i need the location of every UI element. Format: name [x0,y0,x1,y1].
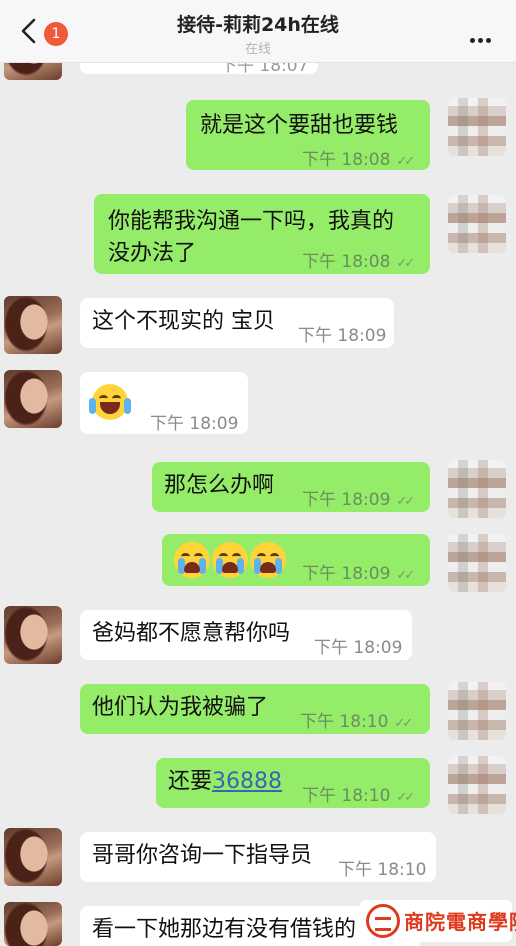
message-text: 还要36888 [168,769,283,794]
crying-emoji-icon [250,542,286,578]
chat-title: 接待-莉莉24h在线 [177,14,339,36]
message-text: 就是这个要甜也要钱 [200,113,399,138]
read-check-icon: ✓✓ [394,716,413,731]
message-bubble[interactable]: 下午 18:09 ✓✓ [162,534,430,586]
watermark-text: 商院電商學院 [404,910,516,934]
contact-avatar[interactable] [4,370,62,428]
message-bubble[interactable]: 哥哥你咨询一下指导员 下午 18:10 [80,832,436,882]
message-text: 这个不现实的 宝贝 [92,309,275,334]
message-bubble[interactable]: 那怎么办啊 下午 18:09 ✓✓ [152,462,430,512]
message-text: 看一下她那边有没有借钱的 [92,917,357,942]
message-bubble[interactable]: 就是这个要甜也要钱 下午 18:08 ✓✓ [186,100,430,170]
message-bubble[interactable]: 爸妈都不愿意帮你吗 下午 18:09 [80,610,412,660]
message-bubble[interactable]: 你能帮我沟通一下吗，我真的没办法了 下午 18:08 ✓✓ [94,194,430,274]
number-link[interactable]: 36888 [212,769,282,794]
online-status: 在线 [244,42,271,57]
contact-avatar[interactable] [4,828,62,886]
message-text: 爸妈都不愿意帮你吗 [92,621,291,646]
message-time: 下午 18:08 ✓✓ [302,150,415,170]
message-time: 下午 18:09 ✓✓ [302,564,415,584]
message-bubble[interactable]: 这个不现实的 宝贝 下午 18:09 [80,298,394,348]
message-text: 他们认为我被骗了 [92,695,269,720]
message-bubble[interactable]: 下午 18:09 [80,372,248,434]
my-avatar[interactable] [448,756,506,814]
crying-emoji-icon [212,542,248,578]
message-time: 下午 18:09 [314,638,403,658]
contact-avatar[interactable] [4,296,62,354]
crying-emoji-icon [174,542,210,578]
laughing-crying-emoji-icon [89,384,131,420]
message-time: 下午 18:08 ✓✓ [302,252,415,272]
message-time: 下午 18:10 [338,860,427,880]
read-check-icon: ✓✓ [396,494,415,509]
read-check-icon: ✓✓ [396,568,415,583]
my-avatar[interactable] [448,534,506,592]
read-check-icon: ✓✓ [396,256,415,271]
my-avatar[interactable] [448,98,506,156]
message-text: 那怎么办啊 [164,473,275,498]
message-time: 下午 18:10 ✓✓ [300,712,413,732]
contact-avatar[interactable] [4,902,62,946]
message-bubble[interactable]: 还要36888 下午 18:10 ✓✓ [156,758,430,808]
logo-icon [366,904,400,938]
message-time: 下午 18:09 [150,414,239,434]
message-time: 下午 18:09 [298,326,387,346]
message-time: 下午 18:09 ✓✓ [302,490,415,510]
my-avatar[interactable] [448,682,506,740]
chat-area[interactable]: 下午 18:07 就是这个要甜也要钱 下午 18:08 ✓✓ 你能帮我沟通一下吗，… [0,0,516,946]
message-text: 哥哥你咨询一下指导员 [92,843,313,868]
read-check-icon: ✓✓ [396,154,415,169]
read-check-icon: ✓✓ [396,790,415,805]
message-bubble[interactable]: 他们认为我被骗了 下午 18:10 ✓✓ [80,684,430,734]
more-options-icon[interactable] [470,28,496,43]
watermark-logo: 商院電商學院 [360,900,516,942]
my-avatar[interactable] [448,195,506,253]
chat-header: 1 接待-莉莉24h在线 在线 [0,0,516,63]
message-time: 下午 18:10 ✓✓ [302,786,415,806]
contact-avatar[interactable] [4,606,62,664]
my-avatar[interactable] [448,460,506,518]
